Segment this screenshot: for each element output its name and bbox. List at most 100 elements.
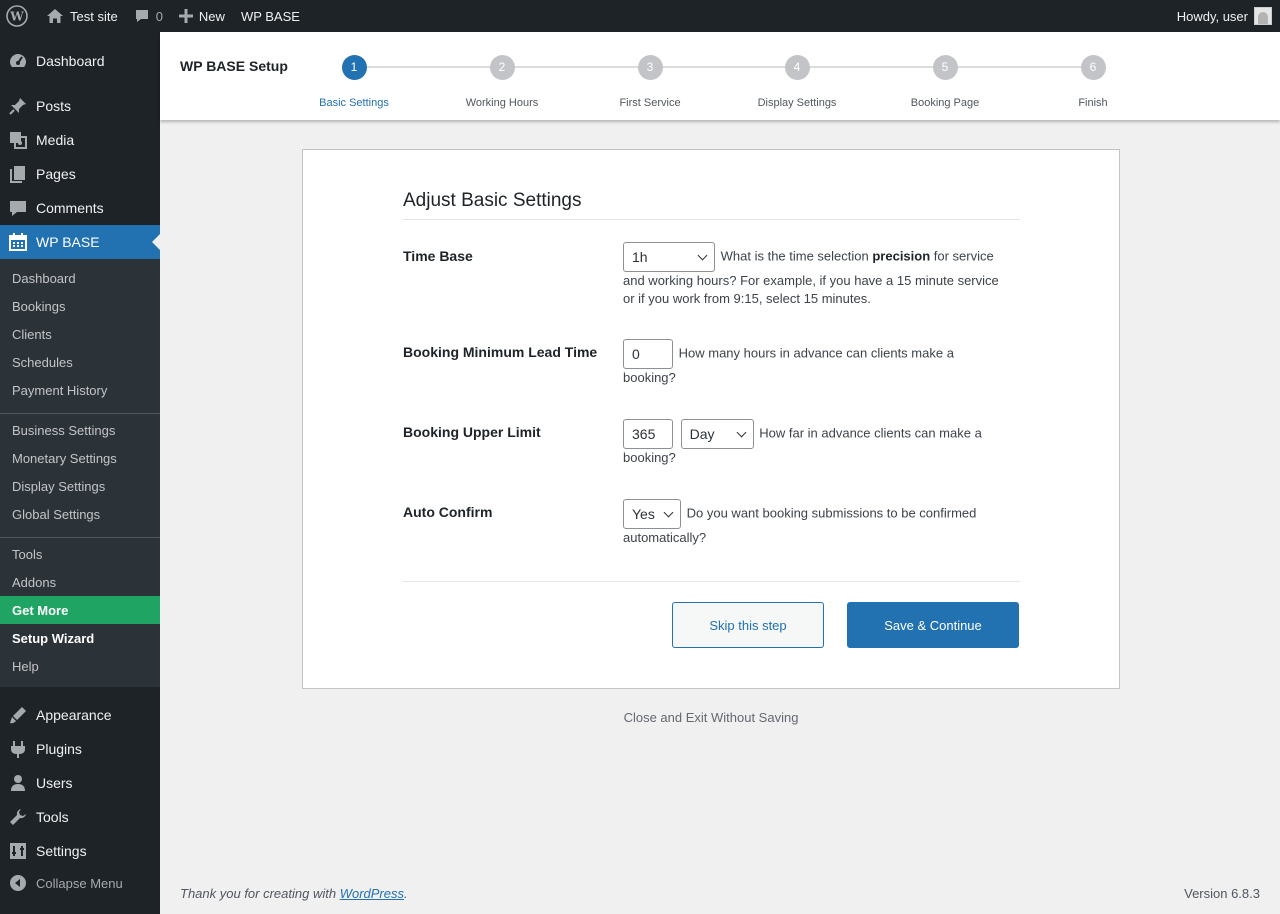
time-base-select[interactable]: 1h — [623, 242, 715, 272]
plus-icon — [178, 9, 193, 23]
collapse-menu-label: Collapse Menu — [36, 875, 123, 891]
menu-tools[interactable]: Tools — [0, 800, 160, 834]
step-number: 1 — [341, 55, 367, 80]
wordpress-logo-button[interactable]: W — [0, 0, 38, 32]
wpbase-submenu: Dashboard Bookings Clients Schedules Pay… — [0, 259, 160, 687]
menu-appearance-label: Appearance — [36, 707, 112, 723]
submenu-monetary-settings[interactable]: Monetary Settings — [0, 444, 160, 472]
menu-media[interactable]: Media — [0, 123, 160, 157]
pages-icon — [0, 164, 36, 184]
menu-tools-label: Tools — [36, 809, 69, 825]
submenu-bookings[interactable]: Bookings — [0, 292, 160, 320]
time-base-label: Time Base — [403, 248, 473, 264]
menu-settings[interactable]: Settings — [0, 834, 160, 868]
auto-confirm-field: Yes Do you want booking submissions to b… — [623, 499, 1008, 547]
submenu-tools[interactable]: Tools — [0, 540, 160, 568]
new-content-link[interactable]: New — [171, 0, 233, 32]
submenu-help[interactable]: Help — [0, 652, 160, 680]
step-label: Working Hours — [465, 97, 539, 109]
upper-limit-field: 365 Day How far in advance clients can m… — [623, 419, 1008, 467]
menu-plugins-label: Plugins — [36, 741, 82, 757]
step-label: Display Settings — [757, 97, 837, 109]
submenu-get-more[interactable]: Get More — [0, 596, 160, 624]
lead-time-label: Booking Minimum Lead Time — [403, 344, 598, 360]
lead-time-input[interactable]: 0 — [623, 339, 673, 369]
step-first-service[interactable]: 3 First Service — [580, 55, 720, 109]
menu-dashboard[interactable]: Dashboard — [0, 44, 160, 78]
footer-version: Version 6.8.3 — [1184, 886, 1260, 901]
step-display-settings[interactable]: 4 Display Settings — [727, 55, 867, 109]
appearance-icon — [0, 705, 36, 725]
step-working-hours[interactable]: 2 Working Hours — [432, 55, 572, 109]
step-booking-page[interactable]: 5 Booking Page — [875, 55, 1015, 109]
wpbase-adminbar-label: WP BASE — [240, 8, 300, 24]
collapse-menu-button[interactable]: Collapse Menu — [0, 866, 160, 900]
submenu-global-settings[interactable]: Global Settings — [0, 500, 160, 528]
submenu-separator — [0, 413, 160, 414]
submenu-setup-wizard[interactable]: Setup Wizard — [0, 624, 160, 652]
chevron-down-icon — [663, 507, 674, 518]
admin-sidebar: Dashboard Posts Media Pages Comments WP … — [0, 32, 160, 914]
admin-bar: W Test site 0 New WP BASE Howdy, user — [0, 0, 1280, 32]
menu-wpbase[interactable]: WP BASE — [0, 225, 160, 259]
my-account-link[interactable]: Howdy, user — [1177, 7, 1280, 25]
dashboard-icon — [0, 51, 36, 71]
auto-confirm-select[interactable]: Yes — [623, 499, 681, 529]
comment-bubble-icon — [134, 8, 150, 24]
comments-link[interactable]: 0 — [126, 0, 171, 32]
menu-settings-label: Settings — [36, 843, 87, 859]
menu-comments[interactable]: Comments — [0, 191, 160, 225]
collapse-arrow-icon — [0, 874, 36, 892]
new-label: New — [198, 8, 225, 24]
close-exit-link[interactable]: Close and Exit Without Saving — [302, 710, 1120, 725]
step-label: Finish — [1078, 97, 1108, 109]
submenu-schedules[interactable]: Schedules — [0, 348, 160, 376]
menu-comments-label: Comments — [36, 200, 104, 216]
upper-limit-input[interactable]: 365 — [623, 419, 673, 449]
upper-limit-unit-select[interactable]: Day — [680, 419, 754, 449]
skip-step-button[interactable]: Skip this step — [672, 602, 824, 648]
site-name-link[interactable]: Test site — [38, 0, 126, 32]
comment-icon — [0, 198, 36, 218]
submenu-business-settings[interactable]: Business Settings — [0, 416, 160, 444]
menu-users[interactable]: Users — [0, 766, 160, 800]
menu-dashboard-label: Dashboard — [36, 53, 105, 69]
submenu-display-settings[interactable]: Display Settings — [0, 472, 160, 500]
submenu-addons[interactable]: Addons — [0, 568, 160, 596]
howdy-text: Howdy, user — [1176, 8, 1248, 24]
users-icon — [0, 773, 36, 793]
menu-pages-label: Pages — [36, 166, 76, 182]
auto-confirm-label: Auto Confirm — [403, 504, 493, 520]
submenu-dashboard[interactable]: Dashboard — [0, 264, 160, 292]
menu-media-label: Media — [36, 132, 75, 148]
comments-count: 0 — [155, 8, 163, 24]
pin-icon — [0, 96, 36, 116]
site-name: Test site — [70, 8, 118, 24]
wordpress-link[interactable]: WordPress — [340, 886, 404, 901]
step-label: First Service — [619, 97, 681, 109]
menu-pages[interactable]: Pages — [0, 157, 160, 191]
submenu-clients[interactable]: Clients — [0, 320, 160, 348]
lead-time-field: 0 How many hours in advance can clients … — [623, 339, 1008, 387]
menu-appearance[interactable]: Appearance — [0, 698, 160, 732]
step-number: 2 — [489, 55, 515, 80]
submenu-payment-history[interactable]: Payment History — [0, 376, 160, 404]
step-finish[interactable]: 6 Finish — [1023, 55, 1163, 109]
plugin-icon — [0, 739, 36, 759]
save-continue-button[interactable]: Save & Continue — [847, 602, 1019, 648]
menu-wpbase-label: WP BASE — [36, 234, 100, 250]
menu-posts[interactable]: Posts — [0, 89, 160, 123]
upper-limit-unit-value: Day — [689, 426, 715, 442]
time-base-value: 1h — [632, 249, 648, 265]
card-title: Adjust Basic Settings — [403, 190, 582, 211]
wpbase-adminbar-link[interactable]: WP BASE — [233, 0, 308, 32]
step-label: Basic Settings — [319, 97, 389, 109]
actions-divider — [403, 581, 1020, 582]
menu-plugins[interactable]: Plugins — [0, 732, 160, 766]
menu-posts-label: Posts — [36, 98, 72, 114]
menu-users-label: Users — [36, 775, 73, 791]
step-basic-settings[interactable]: 1 Basic Settings — [284, 55, 424, 109]
settings-icon — [0, 841, 36, 861]
settings-card: Adjust Basic Settings Time Base 1h What … — [302, 149, 1120, 689]
media-icon — [0, 130, 36, 150]
